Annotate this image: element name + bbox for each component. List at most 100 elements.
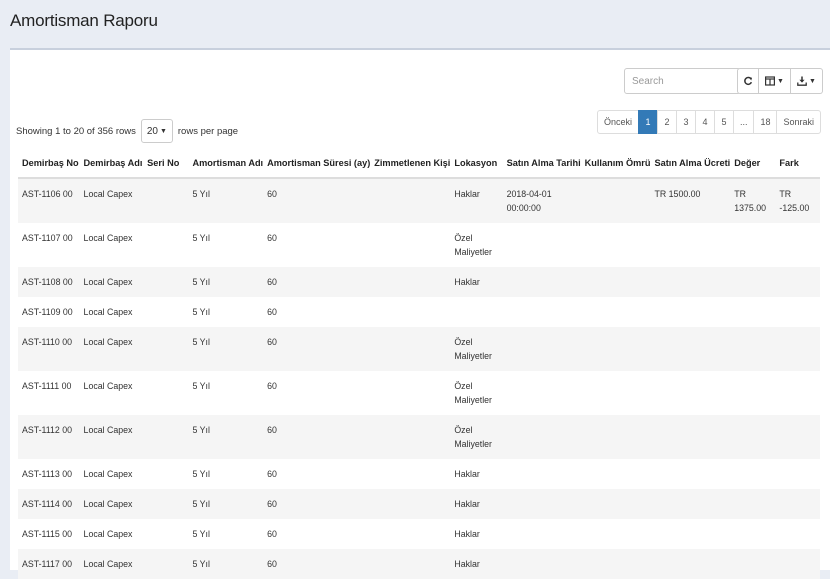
cell-lokasyon: Özel Maliyetler [450,415,503,459]
cell-amortisman-suresi: 60 [263,267,371,297]
cell-satin-alma-ucreti [650,415,731,459]
column-header-satin-alma-tarihi[interactable]: Satın Alma Tarihi [502,149,581,179]
column-header-demirbas-no[interactable]: Demirbaş No [18,149,80,179]
cell-demirbas-no: AST-1112 00 [18,415,80,459]
refresh-button[interactable] [737,68,759,94]
column-header-lokasyon[interactable]: Lokasyon [450,149,503,179]
cell-amortisman-adi: 5 Yıl [188,549,264,579]
page-button[interactable]: 3 [675,110,696,134]
cell-seri-no [143,549,189,579]
table-row: AST-1117 00 Local Capex 5 Yıl 60 Haklar [18,549,820,579]
cell-amortisman-suresi: 60 [267,233,277,243]
cell-kullanim-omru [581,371,651,415]
cell-zimmetlenen-kisi [370,415,451,459]
cell-amortisman-adi: 5 Yıl [192,307,210,317]
page-button[interactable]: 5 [713,110,734,134]
cell-fark [775,223,820,267]
table-row: AST-1109 00 Local Capex 5 Yıl 60 [18,297,820,327]
cell-demirbas-no: AST-1114 00 [18,489,80,519]
cell-seri-no [143,327,189,371]
cell-satin-alma-tarihi [503,519,581,549]
cell-amortisman-adi: 5 Yıl [188,178,264,223]
table-row: AST-1113 00 Local Capex 5 Yıl 60 Haklar [18,459,820,489]
page-title: Amortisman Raporu [10,11,158,30]
cell-kullanim-omru [581,223,651,267]
table-row: AST-1106 00 Local Capex 5 Yıl 60 Haklar 2018-… [18,178,820,223]
cell-demirbas-adi: Local Capex [79,327,144,371]
column-header-deger[interactable]: Değer [730,149,776,179]
column-header-seri-no[interactable]: Seri No [143,149,189,179]
showing-text: Showing 1 to 20 of 356 rows [16,125,136,137]
table-row: AST-1114 00 Local Capex 5 Yıl 60 Haklar [18,489,820,519]
column-header-demirbas-adi[interactable]: Demirbaş Adı [79,149,144,179]
column-header-amortisman-adi[interactable]: Amortisman Adı [188,149,264,179]
cell-deger [730,371,775,415]
cell-amortisman-suresi: 60 [263,327,371,371]
cell-fark [775,459,820,489]
cell-amortisman-adi: 5 Yıl [192,469,210,479]
cell-amortisman-adi: 5 Yıl [192,233,210,243]
search-input[interactable] [624,68,741,94]
cell-demirbas-adi: Local Capex [83,381,133,391]
cell-satin-alma-ucreti [650,519,730,549]
cell-satin-alma-tarihi: 2018-04-01 00:00:00 [502,178,581,223]
column-header-zimmetlenen-kisi[interactable]: Zimmetlenen Kişi [370,149,451,179]
page-button[interactable]: 4 [694,110,715,134]
page-size-value: 20 [146,125,158,137]
cell-satin-alma-ucreti: TR 1500.00 [650,178,731,223]
column-header-satin-alma-ucreti[interactable]: Satın Alma Ücreti [650,149,731,179]
table-row: AST-1110 00 Local Capex 5 Yıl 60 Özel Maliye… [18,327,820,371]
export-button[interactable]: ▼ [791,68,823,94]
next-page-button[interactable]: Sonraki [776,110,821,134]
cell-kullanim-omru [580,327,651,371]
cell-satin-alma-ucreti [650,549,731,579]
cell-amortisman-suresi: 60 [267,469,277,479]
cell-zimmetlenen-kisi [370,549,451,579]
cell-satin-alma-tarihi [503,297,581,327]
page-button[interactable]: 2 [656,110,677,134]
columns-button[interactable]: ▼ [759,68,791,94]
cell-deger [730,519,775,549]
cell-lokasyon: Haklar [450,178,503,223]
cell-satin-alma-tarihi [503,459,581,489]
cell-fark [775,297,820,327]
column-header-amortisman-suresi[interactable]: Amortisman Süresi (ay) [263,149,371,179]
cell-kullanim-omru [581,519,651,549]
cell-kullanim-omru [581,297,651,327]
cell-seri-no [143,371,188,415]
cell-lokasyon: Haklar [454,469,480,479]
cell-satin-alma-tarihi [502,489,581,519]
column-header-kullanim-omru[interactable]: Kullanım Ömrü [580,149,651,179]
cell-amortisman-adi: 5 Yıl [188,489,264,519]
cell-demirbas-adi: Local Capex [79,267,144,297]
cell-satin-alma-tarihi [503,223,581,267]
cell-satin-alma-ucreti [650,459,730,489]
cell-demirbas-no: AST-1111 00 [22,381,72,391]
cell-zimmetlenen-kisi [370,489,451,519]
cell-lokasyon: Haklar [450,549,503,579]
table-row: AST-1111 00 Local Capex 5 Yıl 60 Özel Maliye… [18,371,820,415]
prev-page-button[interactable]: Önceki [596,110,639,134]
page-button[interactable]: 18 [753,110,778,134]
cell-deger [730,549,776,579]
cell-satin-alma-tarihi [502,415,581,459]
cell-seri-no [143,267,189,297]
table-header-row: Demirbaş No Demirbaş Adı Seri No Amortisman… [18,149,820,179]
cell-kullanim-omru [580,549,651,579]
cell-satin-alma-tarihi [502,267,581,297]
page-size-select[interactable]: 20 ▼ [140,119,173,143]
cell-amortisman-suresi: 60 [263,415,371,459]
cell-lokasyon: Özel Maliyetler [454,381,492,405]
cell-demirbas-no: AST-1107 00 [22,233,73,243]
cell-amortisman-adi: 5 Yıl [188,415,264,459]
cell-lokasyon: Özel Maliyetler [450,327,503,371]
column-header-fark[interactable]: Fark [775,149,820,179]
page-button[interactable]: 1 [637,110,658,134]
cell-demirbas-no: AST-1108 00 [18,267,80,297]
cell-seri-no [143,459,188,489]
table-row: AST-1115 00 Local Capex 5 Yıl 60 Haklar [18,519,820,549]
cell-deger [730,267,776,297]
cell-zimmetlenen-kisi [370,327,451,371]
table-row: AST-1108 00 Local Capex 5 Yıl 60 Haklar [18,267,820,297]
columns-icon [765,76,776,86]
